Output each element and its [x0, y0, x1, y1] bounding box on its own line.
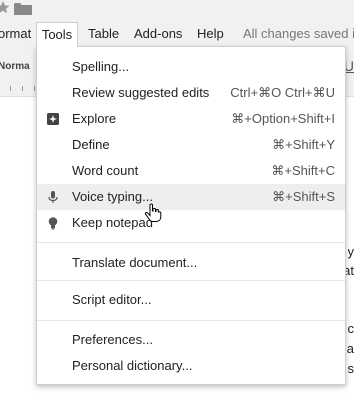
menu-item-shortcut: Ctrl+⌘O Ctrl+⌘U [230, 85, 335, 100]
menu-item-script-editor[interactable]: Script editor... [37, 287, 345, 313]
menu-item-label: Voice typing... [72, 189, 153, 204]
document-text: y [347, 244, 354, 259]
menu-item-label: Personal dictionary... [72, 358, 193, 373]
save-status[interactable]: All changes saved in [243, 22, 354, 46]
ruler-tick [34, 86, 35, 91]
menu-item-keep-notepad[interactable]: Keep notepad [37, 210, 345, 236]
hand-cursor-icon [144, 203, 162, 222]
star-icon[interactable] [0, 0, 10, 14]
menu-item-label: Review suggested edits [72, 85, 210, 100]
document-text: s [347, 361, 354, 376]
menu-item-shortcut: ⌘+Shift+Y [272, 137, 335, 152]
menu-separator [37, 242, 345, 243]
document-text: c [347, 321, 354, 336]
menu-separator [37, 280, 345, 281]
menu-item-personal-dictionary[interactable]: Personal dictionary... [37, 353, 345, 379]
menu-item-label: Spelling... [72, 59, 130, 74]
menu-item-label: Word count [72, 163, 139, 178]
folder-icon[interactable] [14, 2, 32, 16]
menu-item-spelling[interactable]: Spelling... [37, 54, 345, 80]
ruler-tick [22, 86, 23, 91]
menu-item-word-count[interactable]: Word count ⌘+Shift+C [37, 158, 345, 184]
menu-item-label: Script editor... [72, 292, 152, 307]
menu-item-shortcut: ⌘+Shift+S [272, 189, 335, 204]
menu-add-ons[interactable]: Add-ons [134, 22, 182, 46]
menu-separator [37, 320, 345, 321]
menu-bar: ormat Tools Table Add-ons Help All chang… [0, 22, 354, 47]
menu-item-voice-typing[interactable]: Voice typing... ⌘+Shift+S [37, 184, 345, 210]
menu-tools[interactable]: Tools [36, 22, 78, 47]
menu-format[interactable]: ormat [0, 22, 31, 46]
menu-item-label: Preferences... [72, 332, 153, 347]
menu-item-label: Explore [72, 111, 117, 126]
menu-help[interactable]: Help [197, 22, 224, 46]
menu-item-shortcut: ⌘+Option+Shift+I [231, 111, 335, 126]
explore-icon [47, 113, 59, 125]
menu-item-label: Define [72, 137, 110, 152]
menu-item-define[interactable]: Define ⌘+Shift+Y [37, 132, 345, 158]
menu-item-label: Translate document... [72, 255, 198, 270]
title-bar [0, 0, 354, 22]
menu-item-explore[interactable]: Explore ⌘+Option+Shift+I [37, 106, 345, 132]
menu-item-translate-document[interactable]: Translate document... [37, 250, 345, 276]
menu-item-preferences[interactable]: Preferences... [37, 327, 345, 353]
microphone-icon [48, 191, 58, 203]
menu-item-shortcut: ⌘+Shift+C [271, 163, 335, 178]
lightbulb-icon [48, 217, 58, 230]
menu-item-review-suggested-edits[interactable]: Review suggested edits Ctrl+⌘O Ctrl+⌘U [37, 80, 345, 106]
menu-table[interactable]: Table [88, 22, 119, 46]
paragraph-style-select[interactable]: Norma [0, 61, 30, 72]
tools-dropdown-menu: Spelling... Review suggested edits Ctrl+… [36, 46, 346, 385]
ruler-tick [10, 86, 11, 91]
menu-item-label: Keep notepad [72, 215, 153, 230]
